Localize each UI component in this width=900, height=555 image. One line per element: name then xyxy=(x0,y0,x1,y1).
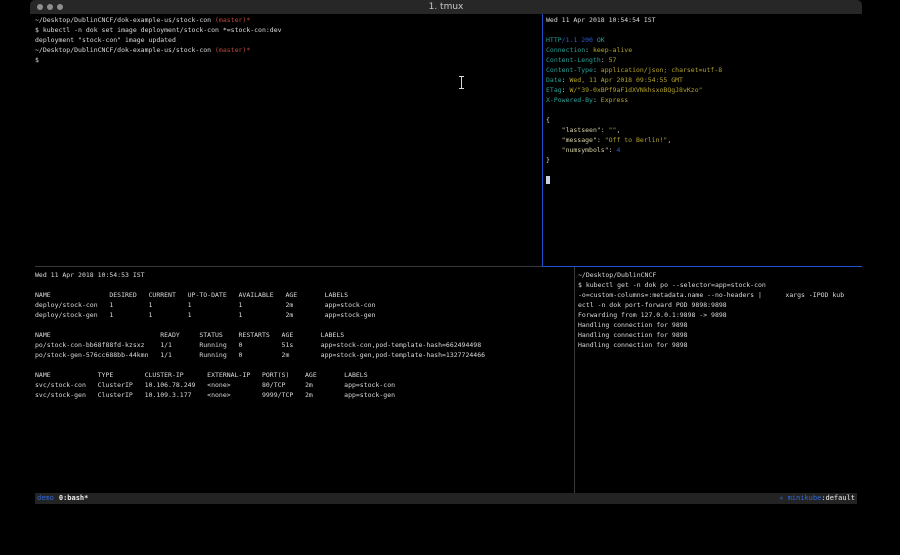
terminal-line: ~/Desktop/DublinCNCF/dok-example-us/stoc… xyxy=(35,15,540,25)
title-bar[interactable]: 1. tmux xyxy=(30,0,862,14)
terminal-line xyxy=(546,105,862,115)
terminal-line: ~/Desktop/DublinCNCF xyxy=(578,270,862,280)
terminal-line: Date: Wed, 11 Apr 2018 09:54:55 GMT xyxy=(546,75,862,85)
kubernetes-icon: ✳ xyxy=(779,494,783,502)
pane-kubectl-watch[interactable]: Wed 11 Apr 2018 10:54:53 IST NAME DESIRE… xyxy=(35,270,572,492)
pane-border-horizontal-right[interactable] xyxy=(543,266,862,267)
terminal-line: $ xyxy=(35,55,540,65)
status-left: demo 0:bash* xyxy=(37,493,88,504)
terminal-line: "numsymbols": 4 xyxy=(546,145,862,155)
window-tab-bash[interactable]: 0:bash* xyxy=(59,494,89,502)
window-title: 1. tmux xyxy=(30,2,862,12)
terminal-line: po/stock-con-bb68f88fd-kzsxz 1/1 Running… xyxy=(35,340,572,350)
terminal-line: ~/Desktop/DublinCNCF/dok-example-us/stoc… xyxy=(35,45,540,55)
terminal-line: $ kubectl get -n dok po --selector=app=s… xyxy=(578,280,862,290)
terminal-line: "message": "Off to Berlin!", xyxy=(546,135,862,145)
terminal-line xyxy=(35,320,572,330)
terminal-window: 1. tmux ~/Desktop/DublinCNCF/dok-example… xyxy=(30,0,862,506)
pane-border-vertical-bottom[interactable] xyxy=(574,267,575,493)
terminal-line: Forwarding from 127.0.0.1:9898 -> 9898 xyxy=(578,310,862,320)
terminal-line: Handling connection for 9898 xyxy=(578,320,862,330)
terminal-line: deploy/stock-gen 1 1 1 1 2m app=stock-ge… xyxy=(35,310,572,320)
terminal-line: NAME READY STATUS RESTARTS AGE LABELS xyxy=(35,330,572,340)
pane-port-forward[interactable]: ~/Desktop/DublinCNCF$ kubectl get -n dok… xyxy=(578,270,862,492)
terminal-line: svc/stock-gen ClusterIP 10.109.3.177 <no… xyxy=(35,390,572,400)
terminal-line xyxy=(546,25,862,35)
terminal-line: X-Powered-By: Express xyxy=(546,95,862,105)
terminal-line: Connection: keep-alive xyxy=(546,45,862,55)
tmux-status-bar: demo 0:bash* ✳ minikube:default xyxy=(35,493,857,504)
terminal-line: po/stock-gen-576cc688bb-44kmn 1/1 Runnin… xyxy=(35,350,572,360)
terminal-line: Handling connection for 9898 xyxy=(578,330,862,340)
terminal-line: } xyxy=(546,155,862,165)
terminal-line: NAME DESIRED CURRENT UP-TO-DATE AVAILABL… xyxy=(35,290,572,300)
kube-context: minikube xyxy=(788,494,822,502)
terminal-line: Wed 11 Apr 2018 10:54:53 IST xyxy=(35,270,572,280)
mouse-ibeam-pointer xyxy=(458,76,465,89)
kube-namespace: :default xyxy=(821,494,855,502)
terminal-line: svc/stock-con ClusterIP 10.106.78.249 <n… xyxy=(35,380,572,390)
terminal-line: Content-Length: 57 xyxy=(546,55,862,65)
terminal-line: HTTP/1.1 200 OK xyxy=(546,35,862,45)
terminal-line: "lastseen": "", xyxy=(546,125,862,135)
terminal-line: Handling connection for 9898 xyxy=(578,340,862,350)
terminal-line xyxy=(546,165,862,175)
pane-border-horizontal-left[interactable] xyxy=(35,266,542,267)
terminal-line xyxy=(546,175,862,185)
terminal-line: deployment "stock-con" image updated xyxy=(35,35,540,45)
terminal-line: Wed 11 Apr 2018 10:54:54 IST xyxy=(546,15,862,25)
session-name: demo xyxy=(37,494,54,502)
status-right: ✳ minikube:default xyxy=(779,493,855,504)
pane-shell[interactable]: ~/Desktop/DublinCNCF/dok-example-us/stoc… xyxy=(35,15,540,265)
terminal-line xyxy=(35,360,572,370)
terminal-line: NAME TYPE CLUSTER-IP EXTERNAL-IP PORT(S)… xyxy=(35,370,572,380)
terminal-line: ETag: W/"39-0xBPf9aF1dXVNkhsxoBQgJ8vKzo" xyxy=(546,85,862,95)
pane-http-response[interactable]: Wed 11 Apr 2018 10:54:54 IST HTTP/1.1 20… xyxy=(546,15,862,265)
pane-border-vertical-top[interactable] xyxy=(542,14,543,267)
terminal-line: Content-Type: application/json; charset=… xyxy=(546,65,862,75)
terminal-line: $ kubectl -n dok set image deployment/st… xyxy=(35,25,540,35)
terminal-line xyxy=(35,280,572,290)
terminal-line: ectl -n dok port-forward POD 9898:9898 xyxy=(578,300,862,310)
terminal-line: -o=custom-columns=:metadata.name --no-he… xyxy=(578,290,862,300)
terminal-line: deploy/stock-con 1 1 1 1 2m app=stock-co… xyxy=(35,300,572,310)
terminal-line: { xyxy=(546,115,862,125)
